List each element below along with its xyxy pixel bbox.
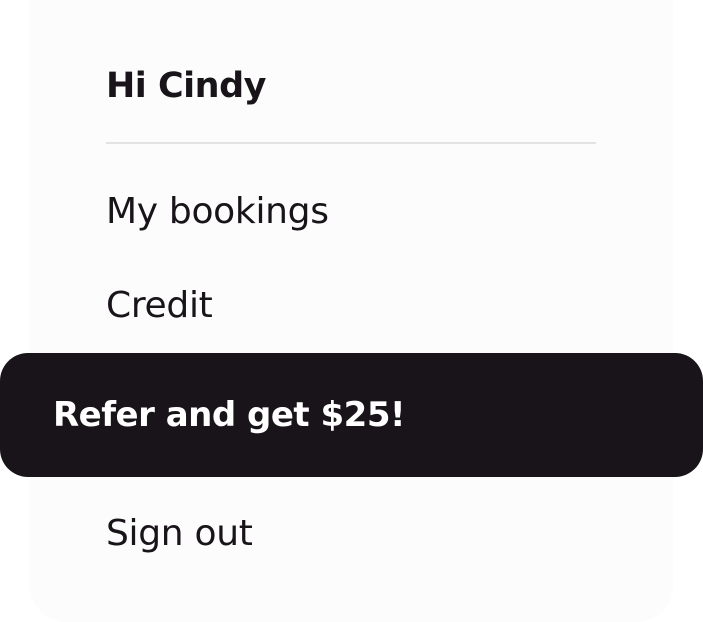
menu-item-sign-out[interactable]: Sign out [106, 512, 253, 556]
menu-item-my-bookings[interactable]: My bookings [106, 190, 329, 234]
menu-divider [106, 142, 596, 144]
greeting-title: Hi Cindy [106, 66, 266, 106]
menu-item-refer-highlighted[interactable]: Refer and get $25! [0, 353, 703, 477]
refer-label: Refer and get $25! [53, 395, 405, 435]
menu-item-credit[interactable]: Credit [106, 284, 213, 328]
